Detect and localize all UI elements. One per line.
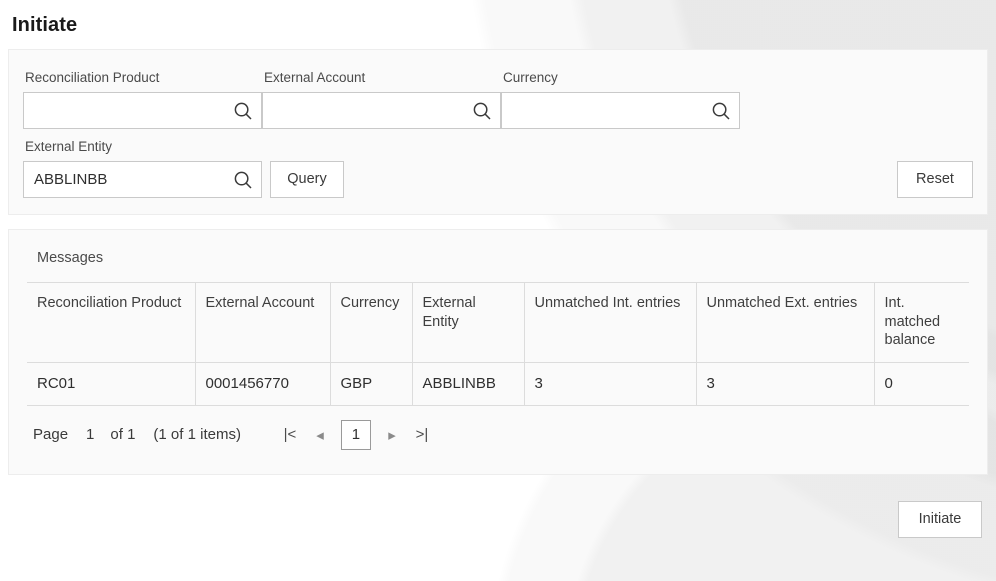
external-entity-input[interactable] — [24, 162, 261, 197]
input-external-entity[interactable] — [23, 161, 262, 198]
pagination-page-label: Page — [33, 426, 69, 444]
query-button[interactable]: Query — [270, 161, 344, 198]
results-panel: Messages Reconciliation Product External… — [8, 229, 988, 475]
field-currency: Currency — [501, 70, 740, 129]
next-page-icon[interactable]: ▸ — [377, 426, 407, 444]
field-reconciliation-product: Reconciliation Product — [23, 70, 262, 129]
results-table-head: Reconciliation Product External Account … — [27, 282, 969, 363]
search-icon[interactable] — [709, 99, 733, 123]
pagination-of-label: of 1 — [110, 426, 136, 444]
field-external-account: External Account — [262, 70, 501, 129]
field-label-external-account: External Account — [264, 70, 366, 85]
currency-input[interactable] — [502, 93, 739, 128]
page-title: Initiate — [12, 14, 78, 36]
cell-external-account: 0001456770 — [195, 362, 331, 406]
initiate-button[interactable]: Initiate — [898, 500, 982, 538]
cell-unmatched-ext-entries: 3 — [696, 362, 875, 406]
cell-external-entity: ABBLINBB — [412, 362, 525, 406]
filter-panel: Reconciliation Product External Account — [8, 49, 988, 215]
last-page-icon[interactable]: >| — [407, 426, 437, 443]
messages-section-label: Messages — [37, 250, 104, 266]
pagination-page-number: 1 — [86, 426, 95, 444]
filter-field-row-1: Reconciliation Product External Account — [23, 70, 973, 129]
reconciliation-product-input[interactable] — [24, 93, 261, 128]
cell-currency: GBP — [330, 362, 413, 406]
results-table: Reconciliation Product External Account … — [27, 282, 969, 406]
reset-button[interactable]: Reset — [897, 161, 973, 198]
cell-reconciliation-product: RC01 — [27, 362, 196, 406]
search-icon[interactable] — [470, 99, 494, 123]
field-label-external-entity: External Entity — [25, 139, 113, 154]
col-header-int-matched-balance[interactable]: Int. matched balance — [874, 282, 969, 363]
search-icon[interactable] — [231, 168, 255, 192]
input-currency[interactable] — [501, 92, 740, 129]
search-icon[interactable] — [231, 99, 255, 123]
field-external-entity: External Entity — [23, 139, 262, 198]
filter-field-row-2: External Entity Query Reset — [23, 139, 973, 198]
footer-actions: Initiate — [8, 489, 988, 538]
input-reconciliation-product[interactable] — [23, 92, 262, 129]
cell-int-matched-balance: 0 — [874, 362, 969, 406]
col-header-external-entity[interactable]: External Entity — [412, 282, 525, 363]
input-external-account[interactable] — [262, 92, 501, 129]
col-header-currency[interactable]: Currency — [330, 282, 413, 363]
col-header-external-account[interactable]: External Account — [195, 282, 331, 363]
current-page-button[interactable]: 1 — [340, 419, 371, 450]
field-label-currency: Currency — [503, 70, 558, 85]
field-label-reconciliation-product: Reconciliation Product — [25, 70, 160, 85]
page-container: Initiate Reconciliation Product External — [0, 0, 996, 538]
pagination-items-label: (1 of 1 items) — [153, 426, 241, 444]
pagination: Page 1 of 1 (1 of 1 items) |< ◂ 1 ▸ >| — [27, 406, 969, 464]
table-row[interactable]: RC01 0001456770 GBP ABBLINBB 3 3 0 — [27, 362, 969, 406]
first-page-icon[interactable]: |< — [275, 426, 305, 443]
table-header-row: Reconciliation Product External Account … — [27, 282, 969, 363]
col-header-unmatched-int-entries[interactable]: Unmatched Int. entries — [524, 282, 697, 363]
col-header-reconciliation-product[interactable]: Reconciliation Product — [27, 282, 196, 363]
results-table-body: RC01 0001456770 GBP ABBLINBB 3 3 0 — [27, 362, 969, 406]
external-account-input[interactable] — [263, 93, 500, 128]
col-header-unmatched-ext-entries[interactable]: Unmatched Ext. entries — [696, 282, 875, 363]
prev-page-icon[interactable]: ◂ — [305, 426, 335, 444]
cell-unmatched-int-entries: 3 — [524, 362, 697, 406]
